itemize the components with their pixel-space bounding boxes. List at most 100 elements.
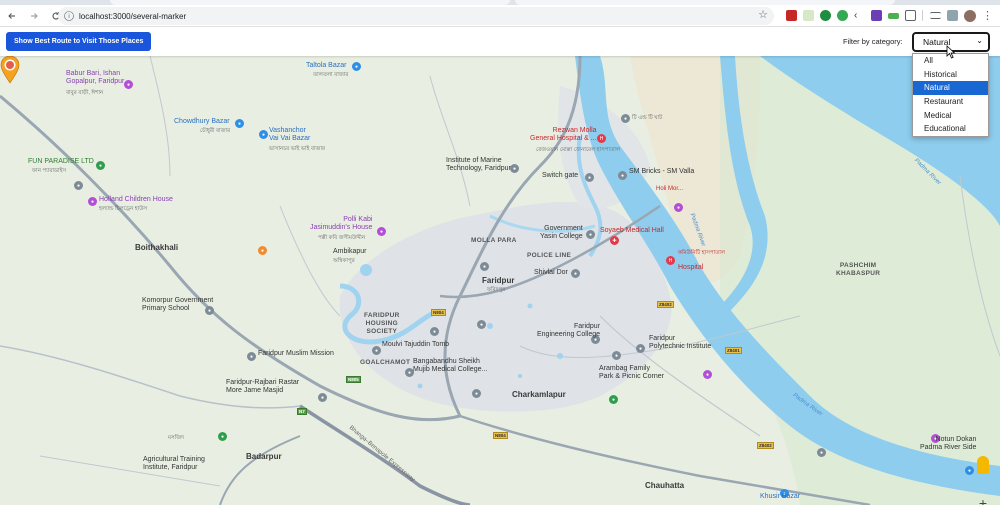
landmark-pin-icon[interactable]: ●	[472, 389, 481, 398]
place-label: Moulvi Tajuddin Tomb	[382, 341, 450, 348]
extension-icon[interactable]	[803, 10, 814, 21]
area-label: MOLLA PARA	[471, 237, 517, 244]
place-label: Faridpur Muslim Mission	[258, 350, 334, 357]
address-bar[interactable]: i localhost:3000/several-marker ☆	[58, 7, 774, 25]
restaurant-pin-icon[interactable]: ●	[258, 246, 267, 255]
attraction-pin-icon[interactable]: ●	[124, 80, 133, 89]
category-option-educational[interactable]: Educational	[913, 122, 988, 136]
attraction-pin-icon[interactable]: ●	[88, 197, 97, 206]
place-label-bn: বাবুর বাড়ী, ঈশান	[66, 90, 104, 96]
landmark-pin-icon[interactable]: ●	[477, 320, 486, 329]
place-label: Ambikapur	[333, 248, 367, 255]
highway-shield: Z8401	[725, 347, 742, 354]
forward-arrow-icon[interactable]	[24, 6, 44, 26]
place-label-bn: হল্যান্ড চিলড্রেন হাউস	[99, 206, 148, 212]
place-label: Arambag Family Park & Picnic Corner	[599, 365, 664, 380]
landmark-pin-icon[interactable]: ●	[430, 327, 439, 336]
place-label: Institute of Marine Technology, Faridpur	[446, 157, 511, 172]
shopping-pin-icon[interactable]: ●	[965, 466, 974, 475]
place-label: Government Yasin College	[540, 225, 583, 240]
chevron-down-icon: ⌄	[976, 36, 983, 45]
place-label: Khusir Bazar	[760, 493, 801, 500]
hospital-pin-icon[interactable]: H	[597, 134, 606, 143]
place-label-bn: পল্লী কবি জসীমউদ্দীন	[318, 235, 366, 241]
highway-shield: N804	[431, 309, 446, 316]
place-label: Soyaeb Medical Hall	[600, 227, 664, 234]
place-label: Faridpur-Rajbari Rastar More Jame Masjid	[226, 379, 300, 394]
area-label: POLICE LINE	[527, 252, 572, 259]
category-option-medical[interactable]: Medical	[913, 108, 988, 122]
landmark-pin-icon[interactable]: ●	[817, 448, 826, 457]
url-text[interactable]: localhost:3000/several-marker	[79, 12, 186, 21]
place-label: Polli Kabi Jasimuddin's House	[310, 216, 373, 231]
park-pin-icon[interactable]: ●	[218, 432, 227, 441]
town-label: Faridpur	[482, 276, 515, 285]
place-label-bn: মসজিদ	[168, 435, 185, 441]
category-option-natural[interactable]: Natural	[913, 81, 988, 95]
category-option-historical[interactable]: Historical	[913, 68, 988, 82]
town-label: Charkamlapur	[512, 390, 566, 399]
extensions-bar: ‹ ⋮	[786, 9, 993, 22]
place-label-bn: টি এন্ড টি ঘাট	[632, 115, 663, 121]
place-label-bn: ফরিদপুর	[487, 287, 506, 293]
selected-place-marker-icon[interactable]	[0, 56, 20, 84]
extension-icon[interactable]	[947, 10, 958, 21]
place-label: Holland Children House	[99, 196, 173, 203]
mosque-pin-icon[interactable]: ●	[247, 352, 256, 361]
map-view[interactable]: N804 N805 Z8402 Z8401 N7 N804 Z8402 ● Ba…	[0, 56, 1000, 505]
park-pin-icon[interactable]: ●	[96, 161, 105, 170]
school-pin-icon[interactable]: ●	[510, 164, 519, 173]
chevron-left-icon[interactable]: ‹	[854, 10, 865, 21]
extension-icon[interactable]	[888, 12, 899, 19]
extension-icon[interactable]	[837, 10, 848, 21]
shopping-pin-icon[interactable]: ●	[352, 62, 361, 71]
landmark-pin-icon[interactable]: ●	[585, 173, 594, 182]
attraction-pin-icon[interactable]: ●	[674, 203, 683, 212]
hospital-pin-icon[interactable]: H	[666, 256, 675, 265]
zoom-in-icon[interactable]: +	[974, 495, 992, 505]
place-label: Taltola Bazar	[306, 62, 347, 69]
profile-avatar[interactable]	[964, 9, 976, 22]
attraction-pin-icon[interactable]: ●	[377, 227, 386, 236]
place-label-bn: রেজওয়ান মোল্লা জেনারেল হাসপাতাল	[536, 147, 620, 153]
highway-shield: Z8402	[757, 442, 774, 449]
highway-shield: Z8402	[657, 301, 674, 308]
place-label: Faridpur Engineering College	[537, 323, 601, 338]
category-dropdown: All Historical Natural Restaurant Medica…	[912, 53, 989, 137]
school-pin-icon[interactable]: ●	[586, 230, 595, 239]
shopping-pin-icon[interactable]: ●	[259, 130, 268, 139]
back-arrow-icon[interactable]	[2, 6, 22, 26]
place-label: Komorpur Government Primary School	[142, 297, 214, 312]
extension-icon[interactable]	[786, 10, 797, 21]
transit-pin-icon[interactable]: ●	[74, 181, 83, 190]
browser-menu-icon[interactable]: ⋮	[982, 9, 993, 22]
show-best-route-button[interactable]: Show Best Route to Visit Those Places	[6, 32, 152, 51]
park-pin-icon[interactable]: ●	[609, 395, 618, 404]
extension-icon[interactable]	[871, 10, 882, 21]
attraction-pin-icon[interactable]: ●	[703, 370, 712, 379]
school-pin-icon[interactable]: ●	[636, 344, 645, 353]
place-label: Hospital	[678, 264, 704, 271]
hospital-pin-icon[interactable]: ✚	[610, 236, 619, 245]
extension-icon[interactable]	[820, 10, 831, 21]
landmark-pin-icon[interactable]: ●	[571, 269, 580, 278]
place-label-bn: ভাসানচর ভাই ভাই বাজার	[269, 146, 326, 152]
place-label-bn: তালতলা বাজার	[313, 72, 349, 78]
puzzle-icon[interactable]	[905, 10, 916, 21]
school-pin-icon[interactable]: ●	[612, 351, 621, 360]
app-header: Show Best Route to Visit Those Places Fi…	[0, 27, 1000, 56]
business-pin-icon[interactable]: ●	[618, 171, 627, 180]
mosque-pin-icon[interactable]: ●	[318, 393, 327, 402]
area-label: FARIDPUR HOUSING SOCIETY	[364, 312, 400, 335]
site-info-icon[interactable]: i	[64, 11, 74, 21]
street-view-pegman-icon[interactable]	[977, 456, 989, 474]
reading-list-icon[interactable]	[930, 12, 941, 19]
place-label: Switch gate	[542, 172, 579, 179]
category-option-restaurant[interactable]: Restaurant	[913, 95, 988, 109]
shopping-pin-icon[interactable]: ●	[235, 119, 244, 128]
bookmark-star-icon[interactable]: ☆	[758, 8, 768, 21]
landmark-pin-icon[interactable]: ●	[372, 346, 381, 355]
mouse-cursor-icon	[946, 45, 956, 59]
transit-pin-icon[interactable]: ●	[480, 262, 489, 271]
landmark-pin-icon[interactable]: ●	[621, 114, 630, 123]
